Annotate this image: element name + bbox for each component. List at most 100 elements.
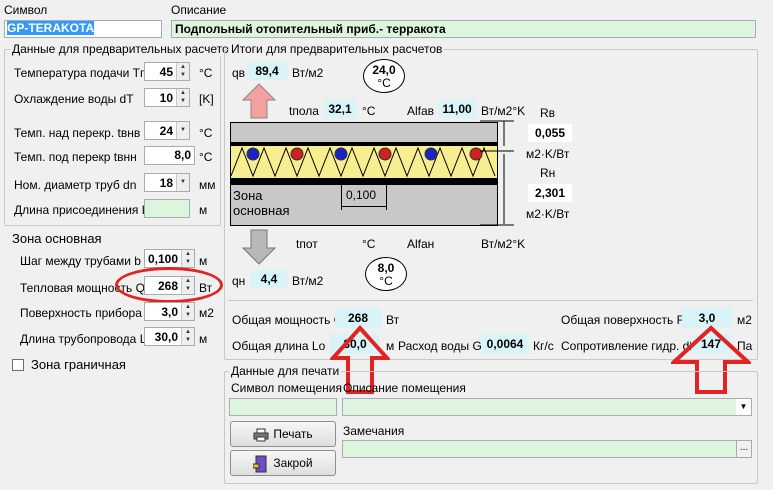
bottom-temp-unit: °C bbox=[379, 274, 393, 288]
temp-above-unit: °C bbox=[199, 126, 213, 140]
tpot-label: tпот bbox=[296, 237, 318, 251]
alfav-value: 11,00 bbox=[438, 100, 476, 118]
print-title: Данные для печати bbox=[229, 364, 342, 378]
rn-value: 2,301 bbox=[528, 184, 572, 202]
supply-temp-spinner[interactable]: 45 ▲ ▼ bbox=[144, 62, 190, 81]
cooling-value: 10 bbox=[159, 91, 173, 105]
area-value: 3,0 bbox=[161, 305, 178, 319]
qn-label: qн bbox=[232, 274, 246, 288]
pipe-dia-value: 18 bbox=[159, 176, 173, 190]
pipe-len-unit: м bbox=[199, 332, 208, 346]
close-button[interactable]: Закрой bbox=[230, 450, 336, 476]
area-label: Поверхность прибора F bbox=[20, 306, 153, 320]
room-desc-select[interactable]: ▼ bbox=[342, 398, 752, 416]
area-unit: м2 bbox=[199, 306, 214, 320]
bottom-temp-value: 8,0 bbox=[377, 261, 395, 275]
highlight-ellipse bbox=[115, 267, 223, 303]
door-exit-icon bbox=[252, 455, 267, 473]
top-temp-circle: 24,0 °C bbox=[363, 59, 405, 93]
room-desc-label: Описание помещения bbox=[343, 381, 466, 395]
pitch-tick-right bbox=[386, 184, 387, 210]
room-symbol-label: Символ помещения bbox=[231, 381, 342, 395]
floor-top-layer bbox=[230, 122, 498, 143]
tpot-unit: °C bbox=[362, 237, 376, 251]
total-power-label: Общая мощность Q bbox=[232, 313, 344, 327]
print-button-label: Печать bbox=[273, 427, 313, 441]
close-button-label: Закрой bbox=[273, 456, 313, 470]
prelim-title: Данные для предварительных расчетов bbox=[10, 42, 238, 56]
alfav-label: Alfав bbox=[407, 104, 435, 118]
qv-unit: Вт/м2 bbox=[292, 66, 324, 80]
pitch-spinner[interactable]: 0,100 ▲ ▼ bbox=[144, 249, 195, 268]
qv-value: 89,4 bbox=[247, 62, 287, 80]
notes-browse-button[interactable]: ... bbox=[736, 441, 751, 457]
conn-len-label: Длина присоединения Lr bbox=[14, 203, 153, 217]
room-symbol-input[interactable] bbox=[229, 398, 337, 416]
boundary-label: Зона граничная bbox=[31, 357, 126, 372]
qv-label: qв bbox=[232, 66, 246, 80]
rn-unit: м2·K/Вт bbox=[526, 207, 570, 221]
dropdown-arrow-icon[interactable]: ▼ bbox=[176, 122, 189, 139]
pipe-dia-label: Ном. диаметр труб dn bbox=[14, 178, 137, 192]
supply-temp-value: 45 bbox=[159, 65, 173, 79]
pipes-row bbox=[246, 147, 483, 161]
rv-unit: м2·K/Вт bbox=[526, 147, 570, 161]
pipe-len-value: 30,0 bbox=[154, 330, 178, 344]
pitch-dimension-line bbox=[342, 206, 386, 207]
zone-text-2: основная bbox=[233, 203, 290, 218]
description-label: Описание bbox=[171, 3, 227, 17]
conn-len-unit: м bbox=[199, 203, 208, 217]
top-temp-value: 24,0 bbox=[372, 63, 396, 77]
temp-above-label: Темп. над перекр. tвнв bbox=[14, 126, 141, 140]
pitch-label: Шаг между трубами b bbox=[20, 254, 141, 268]
spin-arrows-icon[interactable]: ▲ ▼ bbox=[176, 63, 189, 80]
qn-value: 4,4 bbox=[251, 270, 287, 288]
cooling-spinner[interactable]: 10 ▲ ▼ bbox=[144, 88, 190, 107]
pitch-value: 0,100 bbox=[147, 252, 178, 266]
alfan-unit: Вт/м2°K bbox=[481, 237, 526, 251]
zone-title: Зона основная bbox=[12, 231, 102, 246]
spin-arrows-icon[interactable]: ▲ ▼ bbox=[181, 328, 194, 345]
resistance-dimension-lines bbox=[480, 120, 514, 226]
spin-arrows-icon[interactable]: ▲ ▼ bbox=[181, 250, 194, 267]
dropdown-arrow-icon[interactable]: ▼ bbox=[736, 399, 751, 415]
symbol-input[interactable]: GP-TERAKOTA bbox=[4, 20, 162, 38]
cooling-label: Охлаждение воды dT bbox=[14, 92, 134, 106]
temp-below-input[interactable]: 8,0 bbox=[144, 146, 195, 165]
temp-above-value: 24 bbox=[159, 124, 173, 138]
flow-label: Расход воды G bbox=[398, 339, 482, 353]
pipe-dia-spinner[interactable]: 18 ▼ bbox=[144, 173, 190, 192]
zone-text-1: Зона bbox=[233, 188, 263, 203]
top-temp-unit: °C bbox=[377, 76, 391, 90]
tfloor-value: 32,1 bbox=[324, 100, 356, 118]
results-divider bbox=[228, 300, 753, 301]
temp-above-spinner[interactable]: 24 ▼ bbox=[144, 121, 190, 140]
boundary-checkbox[interactable] bbox=[12, 359, 24, 371]
area-spinner[interactable]: 3,0 ▲ ▼ bbox=[144, 302, 195, 321]
supply-temp-unit: °C bbox=[199, 66, 213, 80]
print-button[interactable]: Печать bbox=[230, 421, 336, 447]
symbol-value: GP-TERAKOTA bbox=[7, 21, 95, 35]
notes-input[interactable]: ... bbox=[342, 440, 752, 458]
bottom-temp-circle: 8,0 °C bbox=[365, 257, 407, 291]
spin-arrows-icon[interactable]: ▲ ▼ bbox=[181, 303, 194, 320]
description-input[interactable]: Подпольный отопительный приб.- терракота bbox=[171, 20, 756, 38]
spin-arrows-icon[interactable]: ▲ ▼ bbox=[176, 89, 189, 106]
alfan-label: Alfaн bbox=[407, 237, 435, 251]
dropdown-arrow-icon[interactable]: ▼ bbox=[176, 174, 189, 191]
rv-label: Rв bbox=[540, 106, 556, 120]
conn-len-input[interactable] bbox=[144, 199, 190, 218]
tfloor-unit: °C bbox=[362, 104, 376, 118]
notes-label: Замечания bbox=[343, 424, 405, 438]
rv-value: 0,055 bbox=[528, 124, 572, 142]
pipe-len-spinner[interactable]: 30,0 ▲ ▼ bbox=[144, 327, 195, 346]
qn-unit: Вт/м2 bbox=[292, 274, 324, 288]
pitch-diagram-value: 0,100 bbox=[346, 188, 377, 202]
pipe-dia-unit: мм bbox=[199, 178, 216, 192]
rn-label: Rн bbox=[540, 166, 556, 180]
heat-up-arrow-icon bbox=[242, 83, 276, 119]
pipe-len-label: Длина трубопровода L bbox=[20, 332, 147, 346]
supply-temp-label: Температура подачи Tп bbox=[14, 66, 147, 80]
printer-icon bbox=[253, 428, 269, 442]
symbol-label: Символ bbox=[4, 3, 48, 17]
